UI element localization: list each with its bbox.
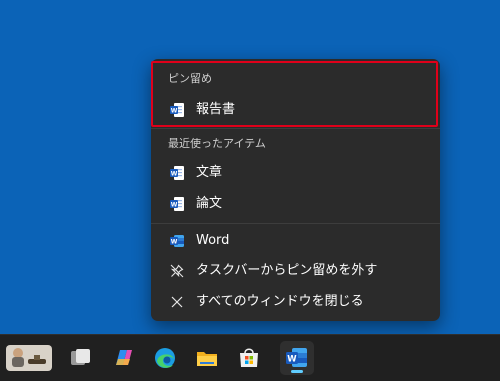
svg-text:W: W xyxy=(171,108,178,115)
task-view-button[interactable] xyxy=(64,341,98,375)
word-document-icon: W xyxy=(169,196,185,212)
word-app-icon: W xyxy=(169,233,185,249)
recent-item-thesis[interactable]: W 論文 xyxy=(155,189,436,218)
edge-icon xyxy=(155,348,175,368)
open-word-app[interactable]: W Word xyxy=(155,226,436,255)
unpin-icon xyxy=(169,263,185,279)
recent-item-label: 文章 xyxy=(196,165,223,180)
close-icon xyxy=(169,294,185,310)
svg-text:W: W xyxy=(171,171,178,178)
word-taskbar-button[interactable]: W xyxy=(280,341,314,375)
pinned-item-label: 報告書 xyxy=(196,102,236,117)
task-view-icon xyxy=(71,349,90,365)
divider xyxy=(151,223,440,224)
app-name-label: Word xyxy=(196,233,230,248)
pinned-item-report[interactable]: W 報告書 xyxy=(155,95,436,124)
copilot-button[interactable] xyxy=(106,341,140,375)
pinned-section-header: ピン留め xyxy=(168,72,212,85)
svg-text:W: W xyxy=(171,239,178,246)
svg-text:W: W xyxy=(287,355,297,365)
copilot-icon xyxy=(116,350,132,365)
word-document-icon: W xyxy=(169,165,185,181)
svg-text:W: W xyxy=(171,202,178,209)
recent-item-document[interactable]: W 文章 xyxy=(155,158,436,187)
word-document-icon: W xyxy=(169,102,185,118)
word-jump-list: ピン留め W 報告書 最近使ったアイテム W 文章 W 論文 W Word タス… xyxy=(151,59,440,321)
edge-button[interactable] xyxy=(148,341,182,375)
recent-item-label: 論文 xyxy=(196,196,223,211)
divider xyxy=(151,128,440,129)
file-explorer-button[interactable] xyxy=(190,341,224,375)
unpin-label: タスクバーからピン留めを外す xyxy=(196,263,378,278)
close-all-label: すべてのウィンドウを閉じる xyxy=(196,294,364,309)
unpin-from-taskbar[interactable]: タスクバーからピン留めを外す xyxy=(155,256,436,285)
folder-icon xyxy=(197,352,217,366)
taskbar: W xyxy=(0,334,500,381)
microsoft-store-button[interactable] xyxy=(232,341,266,375)
widgets-button[interactable] xyxy=(4,341,54,375)
close-all-windows[interactable]: すべてのウィンドウを閉じる xyxy=(155,287,436,316)
active-indicator xyxy=(291,370,303,373)
recent-section-header: 最近使ったアイテム xyxy=(168,137,266,150)
store-icon xyxy=(240,348,258,367)
